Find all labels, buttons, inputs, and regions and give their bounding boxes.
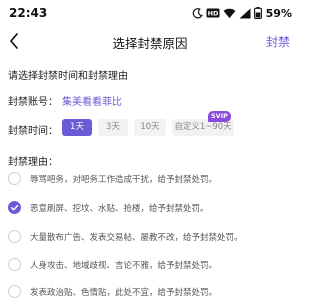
radio-unchecked-icon[interactable]	[8, 172, 21, 185]
radio-checked-icon[interactable]	[8, 201, 21, 214]
svg-text:HD: HD	[207, 10, 218, 18]
reason-item-1[interactable]: 辱骂吧务，对吧务工作造成干扰，给予封禁处罚。	[8, 170, 298, 190]
page-title: 选择封禁原因	[112, 36, 188, 51]
ban-time-row: 封禁时间： 1天 3天 10天 自定义1~90天 SVIP	[8, 111, 298, 138]
signal-icon	[239, 8, 251, 19]
instruction-text: 请选择封禁时间和封禁理由	[8, 71, 128, 82]
reason-item-3[interactable]: 大量散布广告、发表交易帖、屡教不改，给予封禁处罚。	[8, 228, 298, 248]
battery-icon	[253, 7, 262, 19]
wifi-icon	[223, 8, 236, 19]
radio-unchecked-icon[interactable]	[8, 258, 21, 271]
ban-time-label: 封禁时间：	[8, 126, 58, 137]
reason-text: 发表政治贴、色情贴，此处不宜，给予封禁处罚。	[30, 288, 218, 298]
reason-text: 大量散布广告、发表交易帖、屡教不改，给予封禁处罚。	[30, 233, 243, 243]
moon-icon	[192, 7, 203, 19]
reason-item-5[interactable]: 发表政治贴、色情贴，此处不宜，给予封禁处罚。	[8, 283, 298, 300]
time-option-1-day[interactable]: 1天	[62, 119, 92, 136]
radio-unchecked-icon[interactable]	[8, 230, 21, 243]
reason-text: 辱骂吧务，对吧务工作造成干扰，给予封禁处罚。	[30, 175, 218, 185]
time-option-10-days[interactable]: 10天	[134, 119, 166, 136]
reason-item-2[interactable]: 恶意刷屏、挖坟、水贴、抢楼，给予封禁处罚。	[8, 199, 298, 219]
time-option-3-days[interactable]: 3天	[98, 119, 128, 136]
radio-unchecked-icon[interactable]	[8, 285, 21, 298]
reason-text: 恶意刷屏、挖坟、水贴、抢楼，给予封禁处罚。	[30, 204, 209, 214]
account-label: 封禁账号：	[8, 97, 58, 108]
nav-bar: 选择封禁原因 封禁	[0, 26, 300, 56]
reason-item-4[interactable]: 人身攻击、地域歧视、言论不雅，给予封禁处罚。	[8, 256, 298, 276]
status-time: 22:43	[9, 6, 48, 20]
reason-text: 人身攻击、地域歧视、言论不雅，给予封禁处罚。	[30, 261, 218, 271]
time-option-custom-label: 自定义1~90天	[174, 122, 232, 132]
battery-percent: 59%	[265, 6, 292, 20]
ban-submit-button[interactable]: 封禁	[266, 33, 290, 50]
status-icons: HD 59%	[192, 6, 292, 20]
hd-badge-icon: HD	[206, 8, 220, 18]
status-bar: 22:43 HD 59%	[0, 0, 300, 26]
svip-badge: SVIP	[208, 111, 231, 122]
account-value[interactable]: 集美看看菲比	[62, 97, 122, 108]
reasons-title: 封禁理由：	[8, 157, 58, 168]
account-row: 封禁账号： 集美看看菲比	[8, 93, 122, 108]
